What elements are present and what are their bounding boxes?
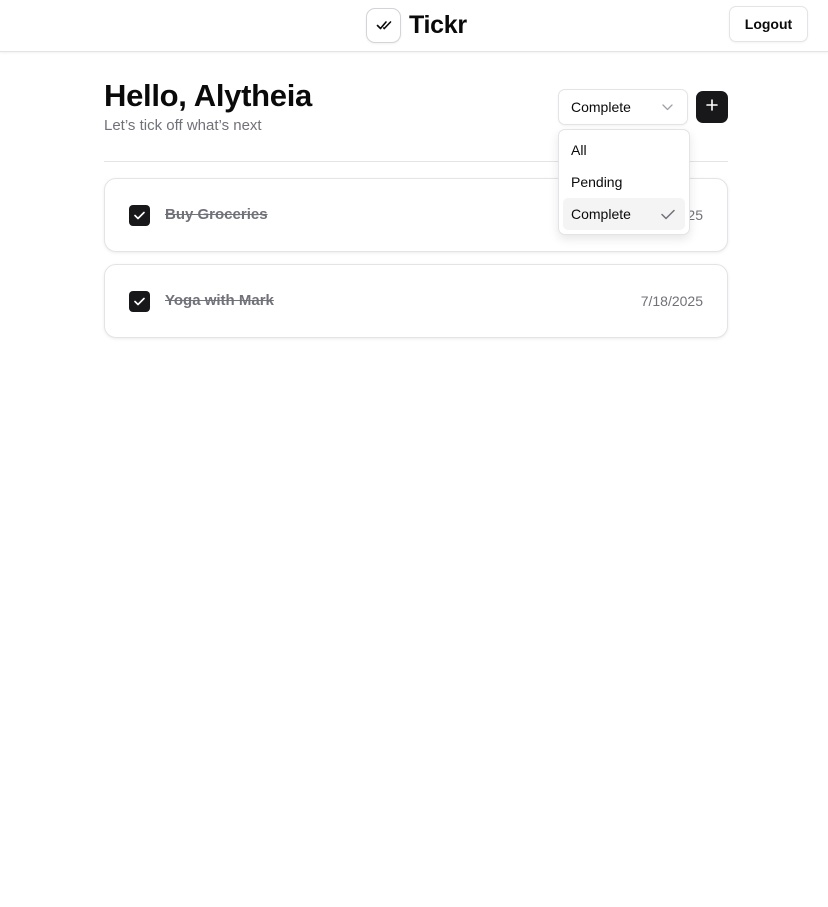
task-date: 7/18/2025 — [640, 293, 703, 309]
task-checkbox[interactable] — [129, 291, 150, 312]
status-filter-select[interactable]: Complete — [558, 89, 688, 125]
chevron-down-icon — [662, 98, 673, 116]
task-checkbox[interactable] — [129, 205, 150, 226]
filter-selected-value: Complete — [571, 99, 631, 115]
double-check-icon — [366, 7, 401, 43]
add-task-button[interactable] — [696, 91, 728, 123]
filter-option-label: Complete — [571, 206, 631, 222]
task-card: Yoga with Mark 7/18/2025 — [104, 264, 728, 338]
task-title: Buy Groceries — [165, 206, 268, 223]
filter-option-label: Pending — [571, 174, 623, 190]
filter-option-pending[interactable]: Pending — [563, 166, 685, 198]
check-icon — [134, 293, 145, 311]
logout-button[interactable]: Logout — [729, 6, 808, 42]
filter-option-complete[interactable]: Complete — [563, 198, 685, 230]
filter-option-all[interactable]: All — [563, 134, 685, 166]
task-title: Yoga with Mark — [165, 292, 274, 309]
filter-option-label: All — [571, 142, 587, 158]
top-bar: Tickr Logout — [0, 0, 828, 52]
status-filter-dropdown: All Pending Complete — [558, 129, 690, 235]
page-subtitle: Let’s tick off what’s next — [104, 117, 262, 134]
check-icon — [134, 207, 145, 225]
app-name: Tickr — [409, 10, 467, 39]
plus-icon — [706, 98, 718, 116]
selected-check-icon — [661, 207, 675, 223]
brand[interactable]: Tickr — [366, 7, 467, 43]
page-title: Hello, Alytheia — [104, 78, 312, 113]
